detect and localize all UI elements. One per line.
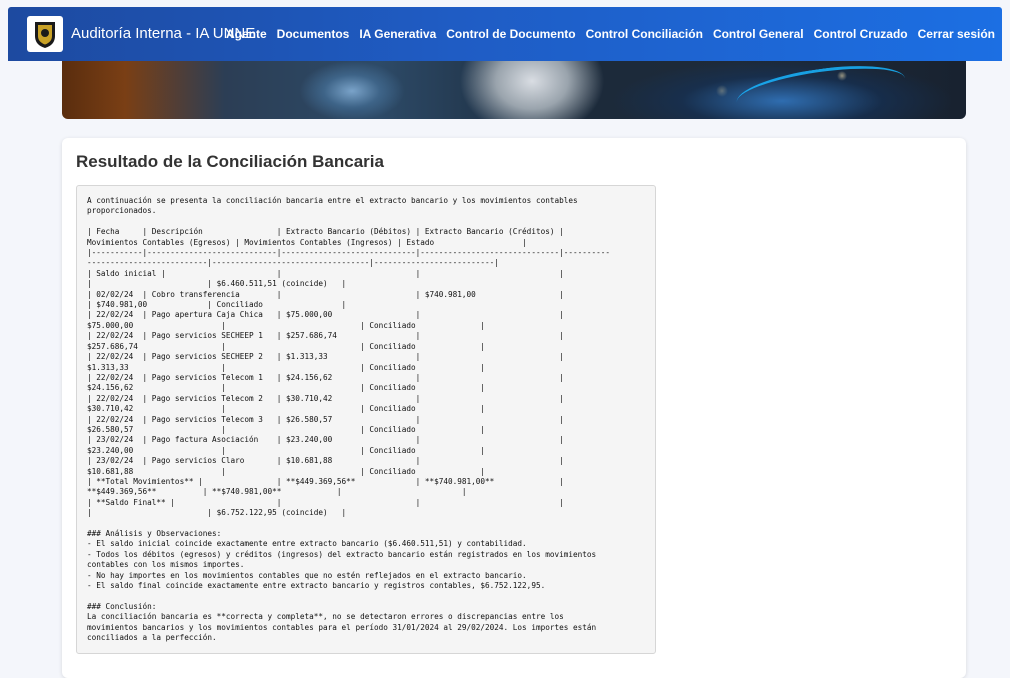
reconciliation-result-box[interactable]: A continuación se presenta la conciliaci… bbox=[76, 185, 656, 654]
page: Auditoría Interna - IA UNNE Agente Docum… bbox=[0, 0, 1010, 678]
nav-link-control-general[interactable]: Control General bbox=[713, 27, 804, 41]
nav-link-cerrar-sesion[interactable]: Cerrar sesión bbox=[918, 27, 995, 41]
top-navbar: Auditoría Interna - IA UNNE Agente Docum… bbox=[8, 7, 1002, 61]
banner-light-streak bbox=[733, 61, 909, 119]
nav-link-control-documento[interactable]: Control de Documento bbox=[446, 27, 575, 41]
reconciliation-result-text: A continuación se presenta la conciliaci… bbox=[87, 196, 610, 643]
nav-link-ia-generativa[interactable]: IA Generativa bbox=[359, 27, 436, 41]
ai-eye-banner-image bbox=[62, 61, 966, 119]
nav-link-agente[interactable]: Agente bbox=[226, 27, 267, 41]
page-title: Resultado de la Conciliación Bancaria bbox=[76, 152, 384, 171]
nav-link-control-cruzado[interactable]: Control Cruzado bbox=[814, 27, 908, 41]
nav-link-documentos[interactable]: Documentos bbox=[277, 27, 350, 41]
university-seal-icon[interactable] bbox=[27, 16, 63, 52]
result-card: Resultado de la Conciliación Bancaria A … bbox=[62, 138, 966, 678]
nav-link-control-conciliacion[interactable]: Control Conciliación bbox=[586, 27, 703, 41]
nav-links: Agente Documentos IA Generativa Control … bbox=[226, 27, 995, 41]
